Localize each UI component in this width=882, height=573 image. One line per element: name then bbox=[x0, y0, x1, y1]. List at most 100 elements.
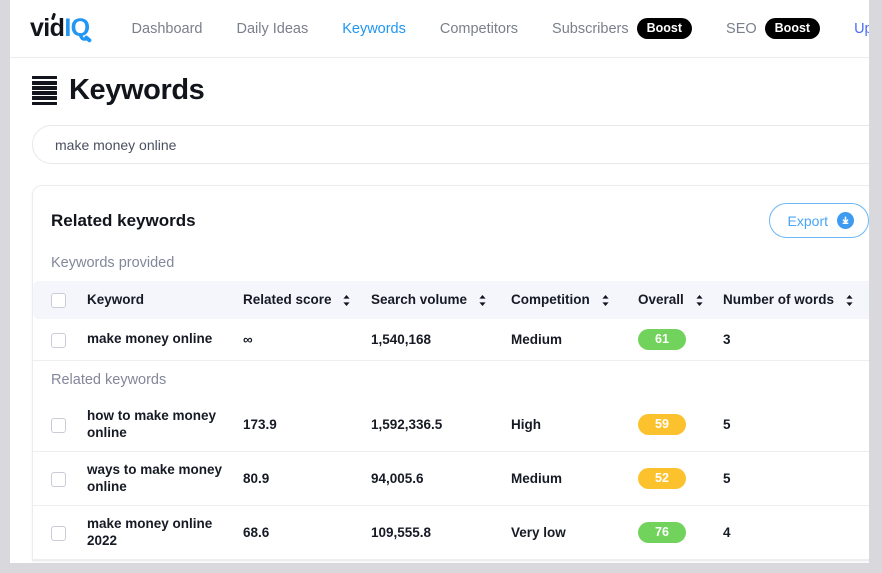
logo-text-vid: vid bbox=[30, 14, 65, 42]
overall-badge: 52 bbox=[638, 468, 686, 490]
cell-related-score: ∞ bbox=[243, 318, 371, 362]
cell-competition: High bbox=[511, 398, 638, 453]
cell-competition: Medium bbox=[511, 318, 638, 362]
row-checkbox[interactable] bbox=[51, 525, 66, 541]
top-navbar: vidIQ Dashboard Daily Ideas Keywords Com… bbox=[10, 0, 869, 58]
select-all-checkbox[interactable] bbox=[51, 292, 66, 308]
card-header: Related keywords Export bbox=[33, 186, 869, 244]
nav-label: Competitors bbox=[439, 20, 519, 37]
header-label: Related score bbox=[243, 292, 332, 308]
header-label: Keyword bbox=[87, 292, 145, 308]
cell-number-of-words: 4 bbox=[723, 505, 869, 561]
section-label-provided: Keywords provided bbox=[51, 255, 175, 271]
header-label: Overall bbox=[638, 292, 684, 308]
header-select-all bbox=[33, 281, 87, 319]
nav-label: Upgra bbox=[854, 20, 869, 37]
cell-number-of-words: 5 bbox=[723, 451, 869, 507]
export-button[interactable]: Export bbox=[768, 203, 869, 238]
nav-label: Dashboard bbox=[131, 20, 203, 37]
cell-search-volume: 94,005.6 bbox=[371, 451, 511, 507]
cell-related-score: 68.6 bbox=[243, 505, 371, 561]
header-label: Competition bbox=[511, 292, 590, 308]
cell-number-of-words: 5 bbox=[723, 398, 869, 453]
cell-related-score: 80.9 bbox=[243, 451, 371, 507]
sort-icon[interactable] bbox=[478, 294, 487, 307]
overall-badge: 76 bbox=[638, 521, 686, 544]
cell-search-volume: 1,592,336.5 bbox=[371, 398, 511, 453]
table-header-row: Keyword Related score Search volume Comp… bbox=[33, 281, 869, 319]
related-keywords-card: Related keywords Export Keywords provide… bbox=[32, 185, 869, 562]
boost-badge: Boost bbox=[764, 17, 821, 40]
cell-overall: 76 bbox=[638, 505, 723, 561]
row-checkbox[interactable] bbox=[51, 332, 66, 348]
boost-badge: Boost bbox=[636, 17, 693, 40]
cell-competition: Medium bbox=[511, 451, 638, 507]
stack-lines-icon bbox=[32, 76, 57, 105]
sort-icon[interactable] bbox=[342, 294, 351, 307]
nav-link-daily-ideas[interactable]: Daily Ideas bbox=[236, 21, 308, 37]
page-header: Keywords bbox=[10, 58, 869, 117]
nav-link-seo[interactable]: SEO Boost bbox=[726, 17, 821, 40]
nav-link-competitors[interactable]: Competitors bbox=[440, 21, 518, 37]
section-label-related: Related keywords bbox=[51, 372, 167, 389]
nav-label: SEO bbox=[726, 20, 757, 37]
card-title: Related keywords bbox=[51, 210, 196, 230]
download-circle-icon bbox=[837, 212, 854, 229]
overall-badge: 61 bbox=[638, 328, 686, 351]
nav-link-subscribers[interactable]: Subscribers Boost bbox=[552, 17, 693, 40]
nav-label: Keywords bbox=[342, 20, 406, 37]
row-checkbox[interactable] bbox=[51, 417, 66, 433]
row-select-cell bbox=[33, 505, 87, 561]
keyword-text: ways to make money online bbox=[87, 462, 223, 494]
table-row[interactable]: make money online 2022 68.6 109,555.8 Ve… bbox=[33, 505, 869, 561]
keyword-text: make money online 2022 bbox=[87, 516, 213, 548]
cell-search-volume: 1,540,168 bbox=[371, 318, 511, 362]
keywords-table: Keyword Related score Search volume Comp… bbox=[33, 281, 869, 362]
related-keywords-table: how to make money online 173.9 1,592,336… bbox=[33, 398, 869, 561]
browser-viewport: vidIQ Dashboard Daily Ideas Keywords Com… bbox=[10, 0, 869, 563]
nav-label: Subscribers bbox=[552, 20, 629, 37]
sort-icon[interactable] bbox=[601, 294, 610, 307]
header-keyword: Keyword bbox=[87, 281, 243, 319]
nav-link-dashboard[interactable]: Dashboard bbox=[132, 21, 203, 37]
cell-keyword: make money online bbox=[87, 318, 243, 362]
nav-label: Daily Ideas bbox=[236, 20, 309, 37]
header-number-of-words[interactable]: Number of words bbox=[723, 281, 869, 319]
sort-icon[interactable] bbox=[845, 294, 854, 307]
search-box[interactable] bbox=[32, 125, 869, 164]
row-select-cell bbox=[33, 398, 87, 453]
page-title: Keywords bbox=[69, 74, 205, 106]
nav-link-upgrade[interactable]: Upgra bbox=[854, 21, 869, 37]
sort-icon[interactable] bbox=[695, 294, 704, 307]
header-competition[interactable]: Competition bbox=[511, 281, 638, 319]
row-select-cell bbox=[33, 451, 87, 507]
row-checkbox[interactable] bbox=[51, 471, 66, 487]
cell-keyword: ways to make money online bbox=[87, 451, 243, 507]
header-related-score[interactable]: Related score bbox=[243, 281, 371, 319]
cell-number-of-words: 3 bbox=[723, 318, 869, 362]
search-area bbox=[10, 117, 869, 164]
overall-badge: 59 bbox=[638, 414, 686, 436]
table-row[interactable]: ways to make money online 80.9 94,005.6 … bbox=[33, 451, 869, 507]
keyword-text: make money online bbox=[87, 331, 213, 347]
cell-overall: 59 bbox=[638, 398, 723, 453]
cell-keyword: how to make money online bbox=[87, 398, 243, 453]
cell-search-volume: 109,555.8 bbox=[371, 505, 511, 561]
search-input[interactable] bbox=[53, 135, 869, 154]
header-overall[interactable]: Overall bbox=[638, 281, 723, 319]
export-button-label: Export bbox=[787, 212, 828, 229]
cell-overall: 52 bbox=[638, 451, 723, 507]
table-row[interactable]: make money online ∞ 1,540,168 Medium 61 … bbox=[33, 318, 869, 362]
cell-competition: Very low bbox=[511, 505, 638, 561]
header-search-volume[interactable]: Search volume bbox=[371, 281, 511, 319]
table-row[interactable]: how to make money online 173.9 1,592,336… bbox=[33, 398, 869, 453]
cell-keyword: make money online 2022 bbox=[87, 505, 243, 561]
keyword-text: how to make money online bbox=[87, 408, 217, 440]
cell-overall: 61 bbox=[638, 318, 723, 362]
header-label: Search volume bbox=[371, 292, 468, 308]
header-label: Number of words bbox=[723, 292, 835, 308]
row-select-cell bbox=[33, 318, 87, 362]
cell-related-score: 173.9 bbox=[243, 398, 371, 453]
vidiq-logo[interactable]: vidIQ bbox=[30, 12, 92, 43]
nav-link-keywords[interactable]: Keywords bbox=[342, 21, 406, 37]
